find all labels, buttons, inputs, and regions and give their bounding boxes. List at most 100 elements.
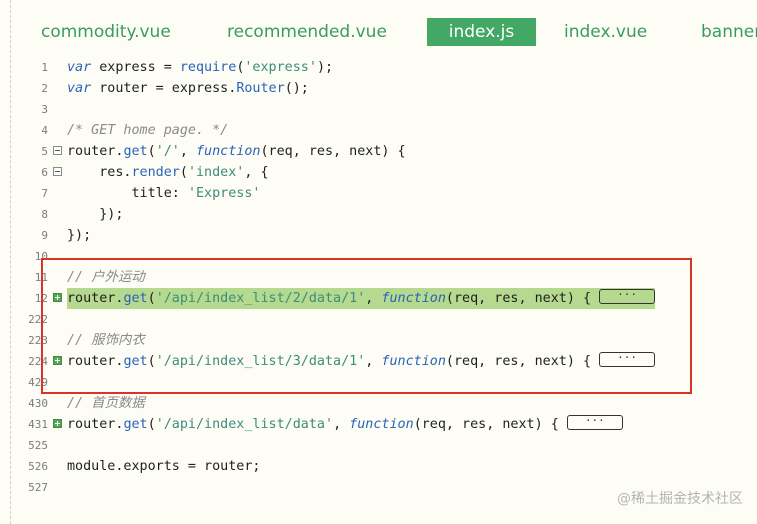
code-token: Router bbox=[236, 81, 285, 96]
code-text: // 服饰内衣 bbox=[67, 330, 145, 351]
code-line[interactable]: 3 bbox=[0, 99, 757, 120]
line-number: 431 bbox=[28, 418, 48, 431]
code-line[interactable]: 12 router.get('/api/index_list/2/data/1',… bbox=[0, 288, 757, 309]
code-line[interactable]: 9}); bbox=[0, 225, 757, 246]
tab-index-vue[interactable]: index.vue bbox=[564, 18, 647, 46]
code-token: '/api/index_list/data' bbox=[155, 417, 334, 432]
code-token: 'express' bbox=[244, 60, 317, 75]
code-text: // 首页数据 bbox=[67, 393, 145, 414]
code-text: }); bbox=[67, 225, 91, 246]
code-token: ( bbox=[179, 165, 188, 180]
code-token: , bbox=[365, 291, 382, 306]
line-number: 8 bbox=[41, 208, 48, 221]
code-token: function bbox=[381, 354, 446, 369]
line-number: 9 bbox=[41, 229, 48, 242]
line-number: 527 bbox=[28, 481, 48, 494]
fold-collapse-icon[interactable] bbox=[53, 167, 62, 176]
fold-collapse-icon[interactable] bbox=[53, 146, 62, 155]
code-token: // 首页数据 bbox=[67, 396, 145, 411]
code-text: router.get('/', function(req, res, next)… bbox=[67, 141, 406, 162]
code-token: ( bbox=[147, 291, 156, 306]
code-token: // 户外运动 bbox=[67, 270, 145, 285]
code-token: var bbox=[67, 81, 92, 96]
code-line[interactable]: 10 bbox=[0, 246, 757, 267]
code-token: /* GET home page. */ bbox=[67, 123, 229, 138]
code-token: require bbox=[179, 60, 237, 75]
code-line[interactable]: 4 /* GET home page. */ bbox=[0, 120, 757, 141]
code-line[interactable]: 223 // 服饰内衣 bbox=[0, 330, 757, 351]
tab-recommended-vue[interactable]: recommended.vue bbox=[227, 18, 387, 46]
folded-code-ellipsis[interactable]: ··· bbox=[599, 352, 656, 367]
code-line[interactable]: 2 var router = express.Router(); bbox=[0, 78, 757, 99]
code-line[interactable]: 431 router.get('/api/index_list/data', fu… bbox=[0, 414, 757, 435]
code-token: router = express. bbox=[91, 81, 237, 96]
line-number: 3 bbox=[41, 103, 48, 116]
code-line[interactable]: 430 // 首页数据 bbox=[0, 393, 757, 414]
code-line[interactable]: 6 res.render('index', { bbox=[0, 162, 757, 183]
code-text: title: 'Express' bbox=[67, 183, 261, 204]
code-token: (); bbox=[284, 81, 309, 96]
code-token: (req, res, next) { bbox=[260, 144, 406, 159]
code-token: var bbox=[67, 60, 92, 75]
code-token: render bbox=[131, 165, 180, 180]
code-line[interactable]: 1 var express = require('express'); bbox=[0, 57, 757, 78]
line-number: 12 bbox=[34, 292, 48, 305]
code-line[interactable]: 222 bbox=[0, 309, 757, 330]
code-token: function bbox=[196, 144, 261, 159]
code-token: '/' bbox=[155, 144, 180, 159]
code-token: router. bbox=[67, 417, 124, 432]
code-token: router. bbox=[67, 354, 124, 369]
code-line[interactable]: 7 title: 'Express' bbox=[0, 183, 757, 204]
code-token: res. bbox=[67, 165, 132, 180]
code-text: res.render('index', { bbox=[67, 162, 269, 183]
code-token: , bbox=[333, 417, 350, 432]
code-token: function bbox=[349, 417, 414, 432]
code-token: 'index' bbox=[187, 165, 245, 180]
line-number: 4 bbox=[41, 124, 48, 137]
tab-banner[interactable]: banner bbox=[701, 18, 757, 46]
folded-code-ellipsis[interactable]: ··· bbox=[566, 415, 623, 430]
code-line[interactable]: 429 bbox=[0, 372, 757, 393]
code-token: get bbox=[123, 417, 148, 432]
code-token: get bbox=[123, 354, 148, 369]
line-number: 11 bbox=[34, 271, 48, 284]
tab-bar: commodity.vue recommended.vue index.js i… bbox=[0, 0, 757, 60]
line-number: 223 bbox=[28, 334, 48, 347]
code-text: module.exports = router; bbox=[67, 456, 260, 477]
code-token: // 服饰内衣 bbox=[67, 333, 145, 348]
code-token: '/api/index_list/3/data/1' bbox=[155, 354, 366, 369]
code-text: var express = require('express'); bbox=[67, 57, 333, 78]
code-token: , bbox=[365, 354, 382, 369]
fold-expand-icon[interactable] bbox=[53, 356, 62, 365]
line-number: 224 bbox=[28, 355, 48, 368]
code-line[interactable]: 5 router.get('/', function(req, res, next… bbox=[0, 141, 757, 162]
code-line[interactable]: 8 }); bbox=[0, 204, 757, 225]
code-editor[interactable]: 1 var express = require('express'); 2 var r… bbox=[0, 57, 757, 524]
code-text: /* GET home page. */ bbox=[67, 120, 228, 141]
tab-index-js[interactable]: index.js bbox=[427, 18, 536, 46]
fold-expand-icon[interactable] bbox=[53, 419, 62, 428]
code-line[interactable]: 11 // 户外运动 bbox=[0, 267, 757, 288]
line-number: 430 bbox=[28, 397, 48, 410]
line-number: 6 bbox=[41, 166, 48, 179]
tab-commodity-vue[interactable]: commodity.vue bbox=[41, 18, 171, 46]
code-line[interactable]: 525 bbox=[0, 435, 757, 456]
code-token: , { bbox=[244, 165, 269, 180]
line-number: 5 bbox=[41, 145, 48, 158]
code-token: (req, res, next) { bbox=[445, 291, 600, 306]
code-token: 'Express' bbox=[187, 186, 261, 201]
code-line[interactable]: 224 router.get('/api/index_list/3/data/1'… bbox=[0, 351, 757, 372]
line-number: 2 bbox=[41, 82, 48, 95]
code-token: }); bbox=[67, 228, 92, 243]
code-token: function bbox=[381, 291, 446, 306]
code-token: express = bbox=[91, 60, 180, 75]
code-token: ( bbox=[147, 417, 156, 432]
fold-expand-icon[interactable] bbox=[53, 293, 62, 302]
code-token: get bbox=[123, 291, 148, 306]
code-token: , bbox=[179, 144, 196, 159]
code-token: ( bbox=[147, 354, 156, 369]
code-token: title: bbox=[67, 186, 188, 201]
folded-code-ellipsis[interactable]: ··· bbox=[599, 289, 656, 304]
code-token: get bbox=[123, 144, 148, 159]
code-line[interactable]: 526 module.exports = router; bbox=[0, 456, 757, 477]
